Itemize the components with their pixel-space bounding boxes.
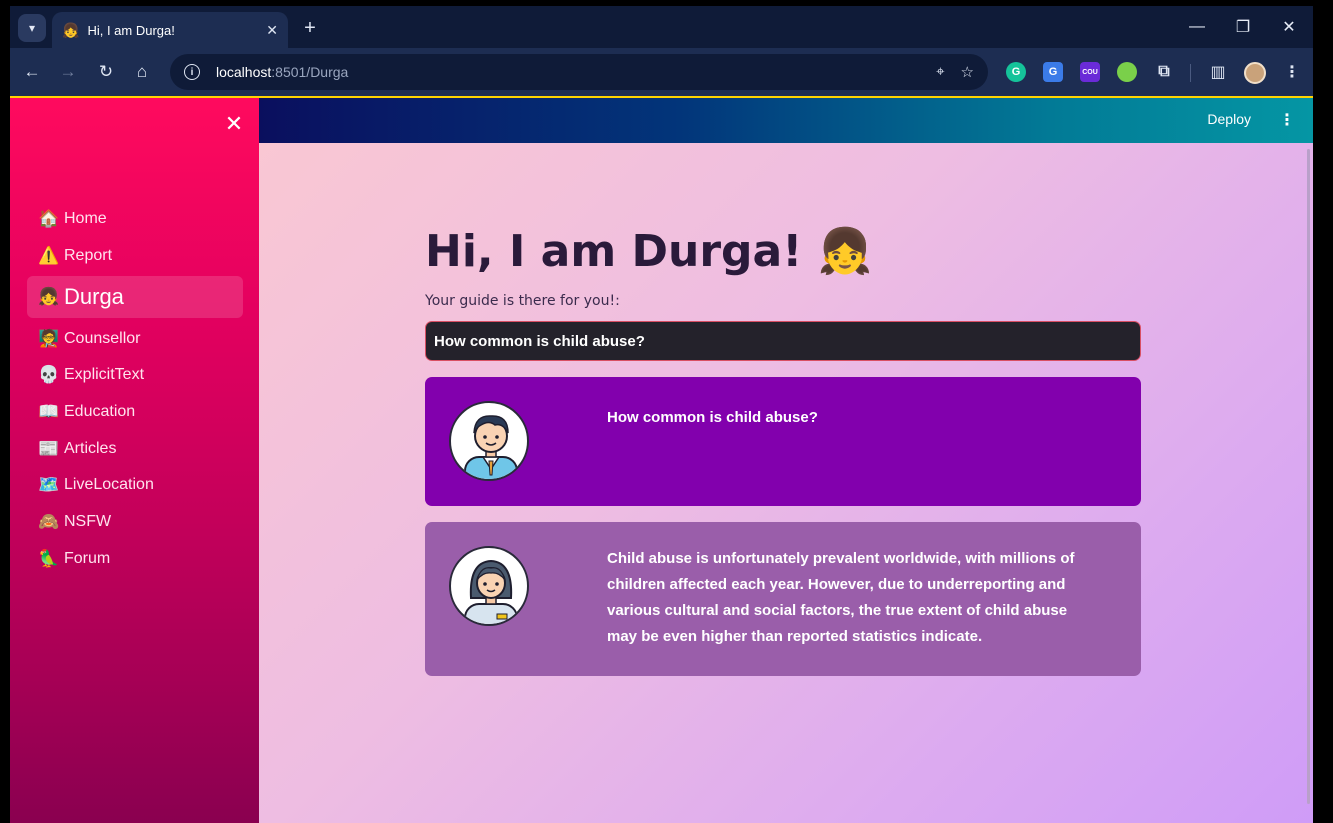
map-icon: 🗺️ (38, 475, 60, 495)
reload-icon[interactable]: ↻ (94, 60, 118, 84)
sidebar-item-label: Home (64, 210, 107, 228)
scrollbar[interactable] (1307, 149, 1310, 804)
input-label: Your guide is there for you!: (425, 293, 620, 309)
sidebar-item-counsellor[interactable]: 🧑‍🏫 Counsellor (27, 320, 243, 357)
browser-tab[interactable]: 👧 Hi, I am Durga! ✕ (52, 12, 288, 48)
warning-icon: ⚠️ (38, 246, 60, 266)
profile-avatar[interactable] (1244, 62, 1266, 84)
site-info-icon[interactable]: i (184, 64, 200, 80)
color-extension-icon[interactable] (1117, 62, 1137, 82)
forward-icon[interactable]: → (56, 60, 80, 84)
browser-toolbar: ← → ↻ ⌂ i localhost:8501/Durga ⌖ ☆ G G C… (10, 48, 1313, 96)
sidebar: ✕ 🏠 Home ⚠️ Report 👧 Durga 🧑‍🏫 Counsellor 💀 E… (10, 98, 259, 823)
sidebar-item-label: Counsellor (64, 329, 141, 347)
girl-icon: 👧 (38, 287, 60, 307)
sidebar-item-label: Education (64, 403, 136, 421)
user-avatar (449, 401, 529, 481)
sidebar-item-livelocation[interactable]: 🗺️ LiveLocation (27, 467, 243, 504)
assistant-avatar (449, 546, 529, 626)
restore-icon[interactable]: ❐ (1226, 14, 1260, 40)
sidebar-item-label: Durga (64, 284, 124, 310)
browser-window: ▾ 👧 Hi, I am Durga! ✕ + — ❐ ✕ ← → ↻ ⌂ i … (10, 6, 1313, 823)
skull-icon: 💀 (38, 365, 60, 385)
tab-search-icon[interactable]: ▾ (18, 14, 46, 42)
sidebar-item-nsfw[interactable]: 🙈 NSFW (27, 504, 243, 541)
sidebar-item-label: Report (64, 247, 113, 265)
sidebar-item-report[interactable]: ⚠️ Report (27, 238, 243, 275)
tab-title: Hi, I am Durga! (87, 22, 175, 38)
url-host: localhost (216, 64, 272, 80)
sidebar-close-icon[interactable]: ✕ (224, 111, 244, 136)
tab-favicon-icon: 👧 (62, 21, 80, 38)
assistant-message: Child abuse is unfortunately prevalent w… (425, 522, 1141, 676)
sidebar-item-forum[interactable]: 🦜 Forum (27, 541, 243, 578)
assistant-message-text: Child abuse is unfortunately prevalent w… (607, 550, 1075, 645)
newspaper-icon: 📰 (38, 438, 60, 458)
sidebar-item-home[interactable]: 🏠 Home (27, 201, 243, 238)
sidebar-nav: 🏠 Home ⚠️ Report 👧 Durga 🧑‍🏫 Counsellor 💀 Exp… (27, 201, 243, 577)
woman-avatar-icon (464, 559, 518, 624)
book-icon: 📖 (38, 402, 60, 422)
page-title: Hi, I am Durga! 👧 (425, 226, 873, 277)
see-no-evil-monkey-icon: 🙈 (38, 512, 60, 532)
minimize-icon[interactable]: — (1180, 14, 1214, 40)
translate-extension-icon[interactable]: G (1043, 62, 1063, 82)
streamlit-app: ✕ 🏠 Home ⚠️ Report 👧 Durga 🧑‍🏫 Counsellor 💀 E… (10, 96, 1313, 823)
extensions-puzzle-icon[interactable]: ⧉ (1154, 62, 1174, 82)
sidebar-item-education[interactable]: 📖 Education (27, 394, 243, 431)
teacher-icon: 🧑‍🏫 (38, 328, 60, 348)
close-window-icon[interactable]: ✕ (1272, 14, 1306, 40)
main-menu-icon[interactable]: ⋮ (1279, 110, 1295, 130)
coupon-extension-icon[interactable]: COU (1080, 62, 1100, 82)
toolbar-divider (1190, 64, 1191, 82)
question-input[interactable]: How common is child abuse? (425, 321, 1141, 361)
home-icon[interactable]: ⌂ (130, 60, 154, 84)
sidebar-item-label: Articles (64, 439, 117, 457)
location-pin-icon[interactable]: ⌖ (936, 63, 944, 81)
bookmark-star-icon[interactable]: ☆ (961, 63, 974, 81)
sidebar-item-label: Forum (64, 549, 111, 567)
sidebar-item-label: ExplicitText (64, 366, 145, 384)
url-path: :8501/Durga (271, 64, 349, 80)
sidebar-item-label: LiveLocation (64, 476, 154, 494)
app-header: Deploy ⋮ (259, 98, 1313, 143)
sidebar-item-explicittext[interactable]: 💀 ExplicitText (27, 357, 243, 394)
main-content: Hi, I am Durga! 👧 Your guide is there fo… (259, 143, 1313, 823)
tab-close-icon[interactable]: ✕ (266, 22, 278, 39)
boy-avatar-icon (464, 415, 518, 479)
sidebar-item-label: NSFW (64, 513, 112, 531)
home-icon: 🏠 (38, 209, 60, 229)
parrot-icon: 🦜 (38, 548, 60, 568)
back-icon[interactable]: ← (20, 60, 44, 84)
sidebar-item-durga[interactable]: 👧 Durga (27, 276, 243, 319)
user-message: How common is child abuse? (425, 377, 1141, 506)
address-bar[interactable]: i localhost:8501/Durga ⌖ ☆ (170, 54, 988, 90)
new-tab-button[interactable]: + (298, 16, 322, 40)
sidebar-item-articles[interactable]: 📰 Articles (27, 430, 243, 467)
tab-strip: ▾ 👧 Hi, I am Durga! ✕ + — ❐ ✕ (10, 6, 1313, 48)
deploy-button[interactable]: Deploy (1207, 111, 1251, 127)
user-message-text: How common is child abuse? (607, 409, 818, 426)
browser-menu-icon[interactable]: ⋮ (1282, 62, 1302, 82)
grammarly-extension-icon[interactable]: G (1006, 62, 1026, 82)
side-panel-icon[interactable]: ▥ (1208, 62, 1228, 82)
